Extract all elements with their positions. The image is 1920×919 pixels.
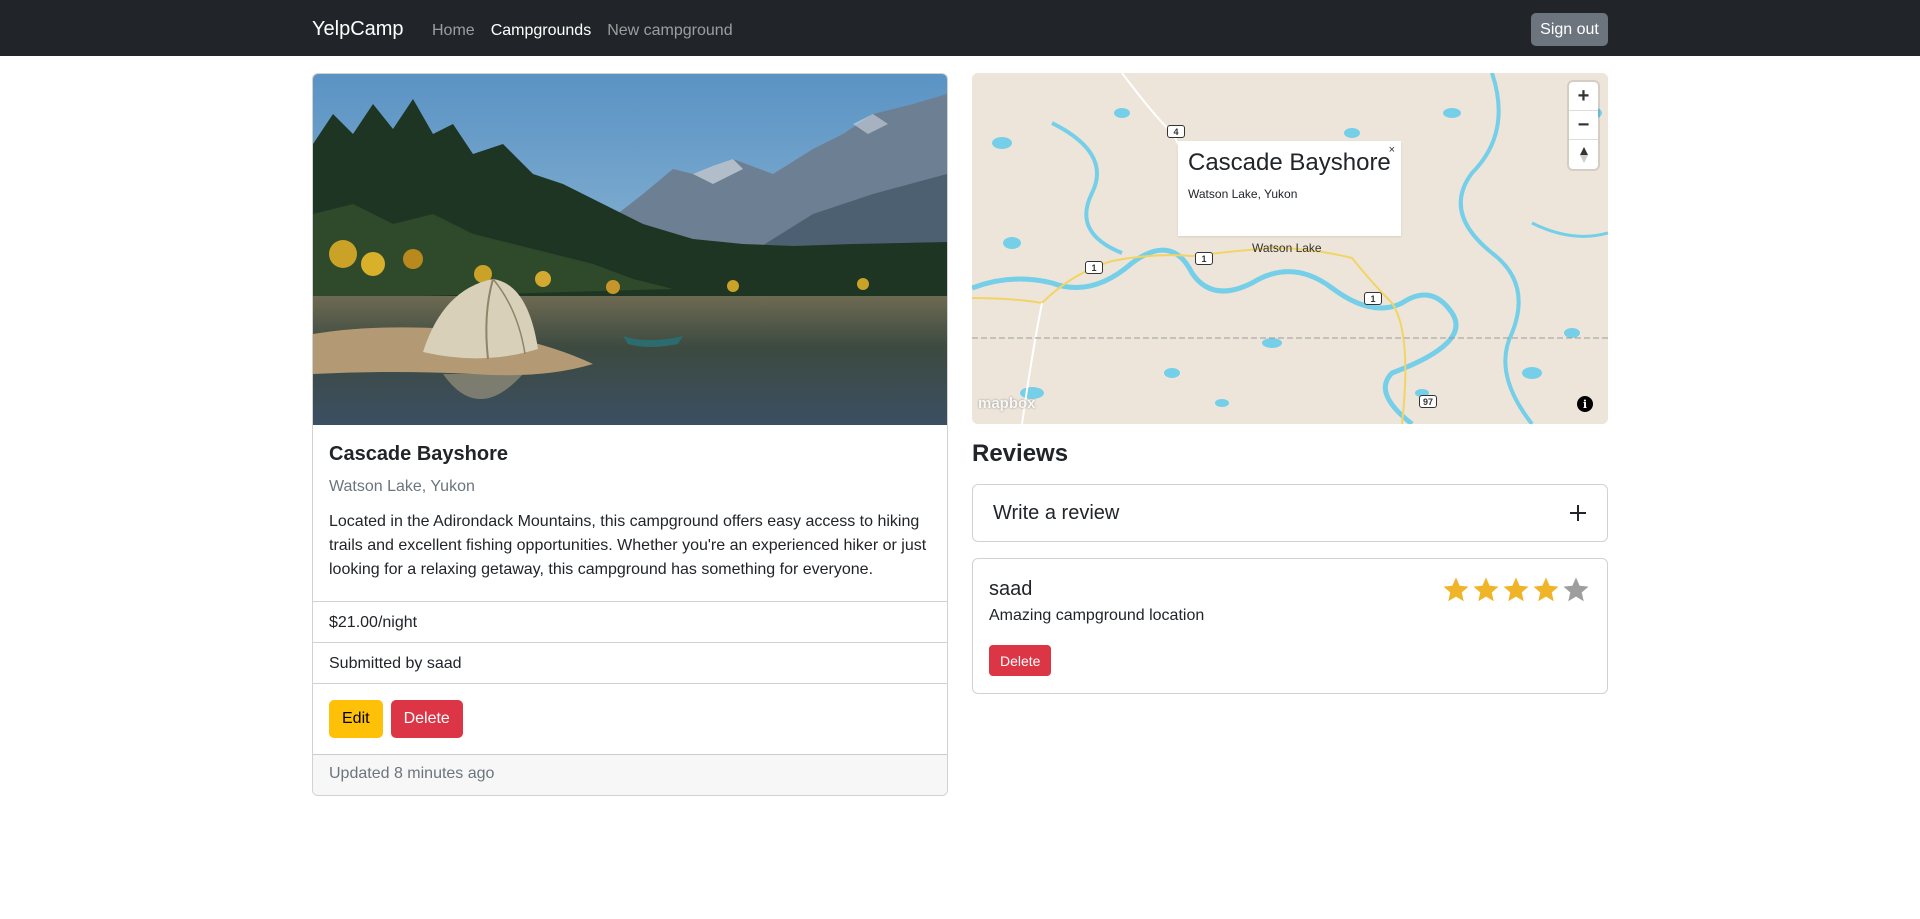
campground-map[interactable]: 4 1 1 1 97 Watson Lake × Cascade Bayshor… <box>972 73 1608 424</box>
reviews-heading: Reviews <box>972 440 1069 467</box>
info-icon[interactable]: i <box>1577 396 1593 412</box>
zoom-in-button[interactable]: + <box>1569 82 1598 111</box>
card-actions: Edit Delete <box>313 683 947 754</box>
star-filled-icon <box>1533 577 1559 602</box>
compass-button[interactable] <box>1569 140 1598 169</box>
popup-subtitle: Watson Lake, Yukon <box>1188 187 1298 201</box>
star-filled-icon <box>1503 577 1529 602</box>
popup-close-icon[interactable]: × <box>1389 144 1395 156</box>
highway-shield: 97 <box>1419 395 1437 408</box>
star-rating <box>1441 575 1591 605</box>
highway-shield: 1 <box>1085 261 1103 274</box>
zoom-out-button[interactable]: − <box>1569 111 1598 140</box>
delete-campground-button[interactable]: Delete <box>390 700 463 738</box>
highway-shield: 1 <box>1195 252 1213 265</box>
plus-icon <box>1569 499 1587 527</box>
campground-image <box>313 74 947 425</box>
card-body: Cascade Bayshore Watson Lake, Yukon Loca… <box>313 425 947 598</box>
mapbox-logo[interactable]: mapbox <box>978 395 1036 412</box>
navbar: YelpCamp Home Campgrounds New campground… <box>0 0 1920 56</box>
popup-title: Cascade Bayshore <box>1188 149 1391 176</box>
edit-button[interactable]: Edit <box>329 700 383 738</box>
card-footer: Updated 8 minutes ago <box>313 754 947 795</box>
nav-link-campgrounds[interactable]: Campgrounds <box>491 22 592 40</box>
campground-title: Cascade Bayshore <box>329 443 508 465</box>
map-popup: × Cascade Bayshore Watson Lake, Yukon <box>1178 141 1401 236</box>
highway-shield: 4 <box>1167 125 1185 138</box>
star-filled-icon <box>1473 577 1499 602</box>
nav-link-new-campground[interactable]: New campground <box>607 22 732 40</box>
campground-price: $21.00/night <box>313 601 947 642</box>
review-card: saad Amazing campground location Delete <box>972 558 1608 694</box>
brand-logo[interactable]: YelpCamp <box>312 18 404 41</box>
compass-icon <box>1579 146 1588 163</box>
star-empty-icon <box>1563 577 1589 602</box>
review-text: Amazing campground location <box>989 607 1205 624</box>
sign-out-button[interactable]: Sign out <box>1531 13 1608 46</box>
delete-review-button[interactable]: Delete <box>989 645 1052 676</box>
write-review-label: Write a review <box>993 501 1120 524</box>
write-review-toggle[interactable]: Write a review <box>972 484 1608 542</box>
highway-shield: 1 <box>1364 292 1382 305</box>
map-place-label: Watson Lake <box>1252 241 1322 255</box>
campground-location: Watson Lake, Yukon <box>329 478 475 495</box>
star-filled-icon <box>1443 577 1469 602</box>
nav-link-home[interactable]: Home <box>432 22 475 40</box>
nav-links: Home Campgrounds New campground <box>432 22 733 40</box>
campground-description: Located in the Adirondack Mountains, thi… <box>329 513 927 578</box>
map-navigation-control: + − <box>1569 82 1598 169</box>
campground-card: Cascade Bayshore Watson Lake, Yukon Loca… <box>312 73 948 796</box>
submitted-by: Submitted by saad <box>313 642 947 683</box>
